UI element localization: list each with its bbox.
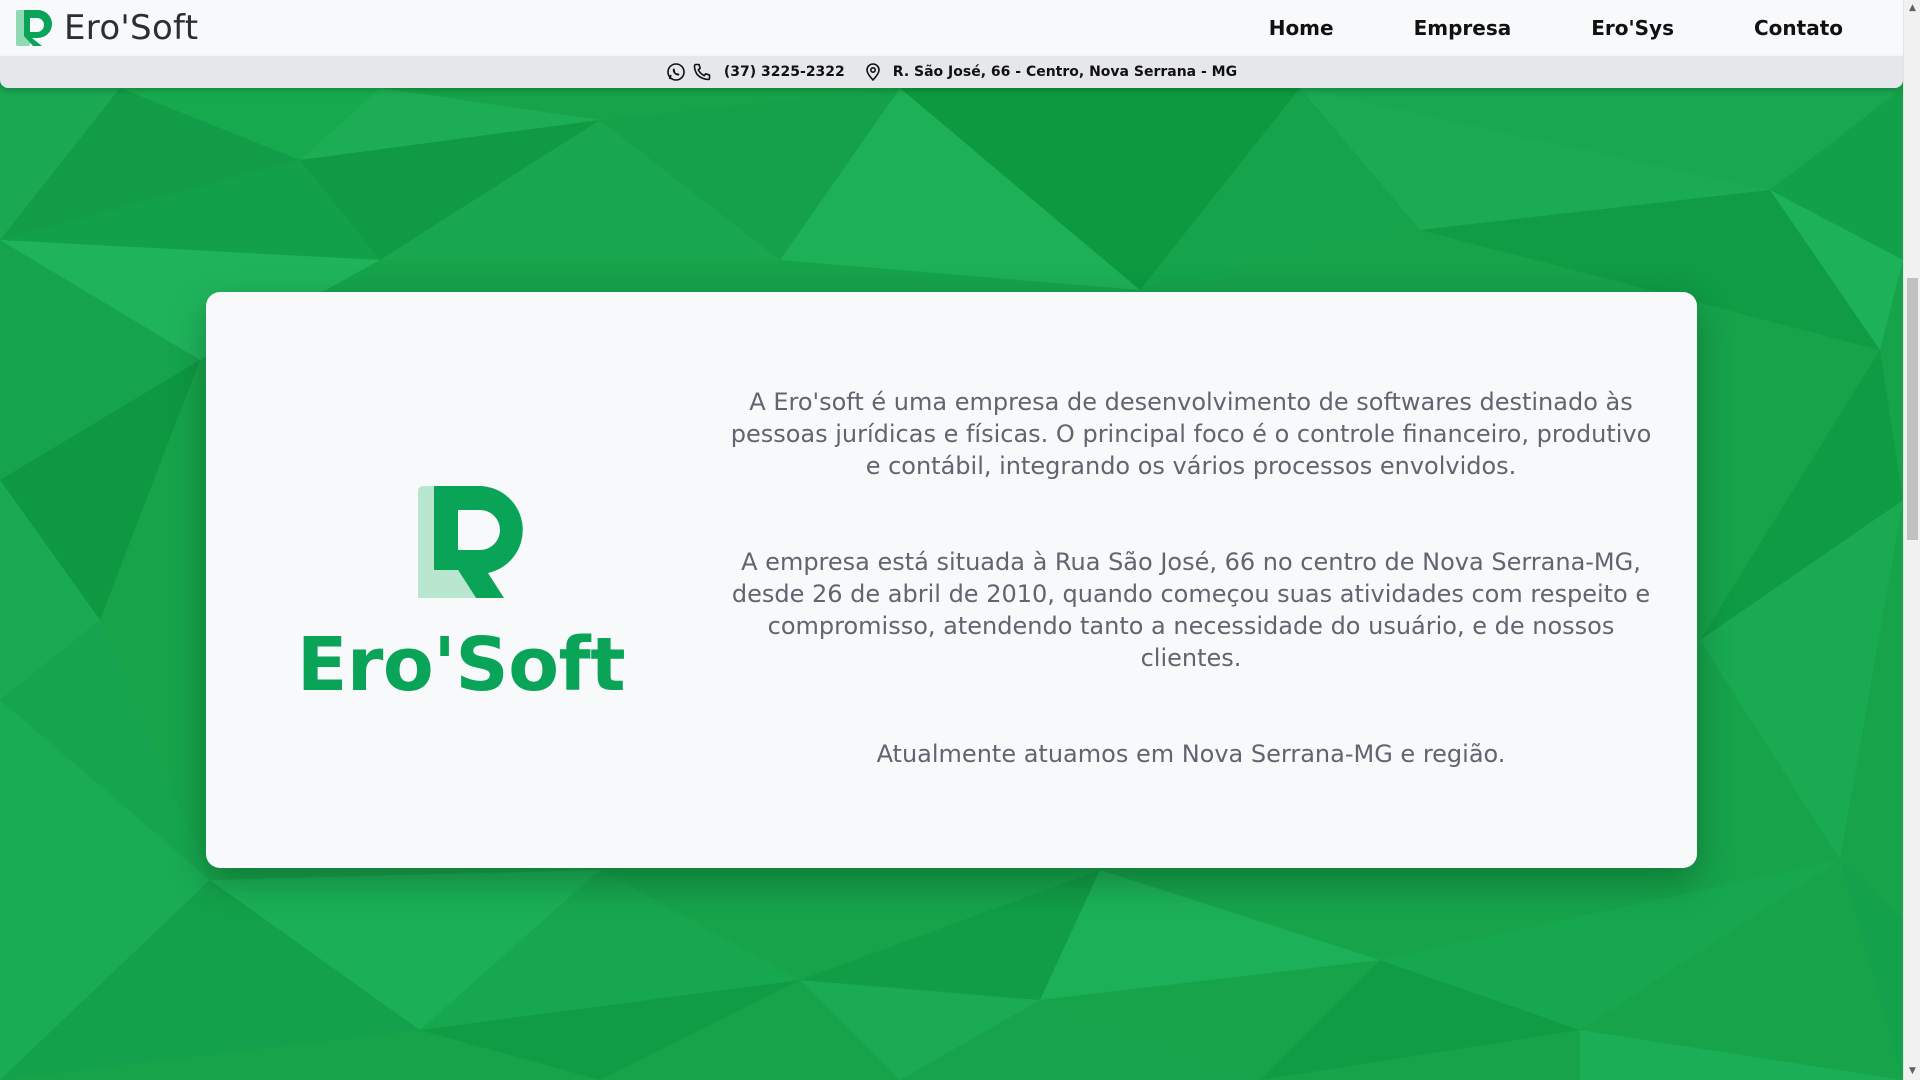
phone-icon[interactable]: [692, 62, 712, 82]
erosoft-r-logo-icon: [418, 486, 523, 598]
nav-contato-link[interactable]: Contato: [1754, 16, 1843, 40]
about-logo-text: Ero'Soft: [296, 622, 626, 708]
about-text-block: A Ero'soft é uma empresa de desenvolvime…: [726, 386, 1656, 834]
scroll-up-arrow-icon[interactable]: ▲: [1904, 0, 1920, 17]
page-scrollbar[interactable]: ▲ ▼: [1903, 0, 1920, 1080]
site-header: Ero'Soft Home Empresa Ero'Sys Contato: [0, 0, 1903, 56]
location-pin-icon: [865, 63, 880, 82]
about-paragraph: A Ero'soft é uma empresa de desenvolvime…: [730, 388, 1652, 480]
brand-name: Ero'Soft: [64, 8, 199, 48]
main-nav: Home Empresa Ero'Sys Contato: [1269, 0, 1903, 56]
nav-home-link[interactable]: Home: [1269, 16, 1334, 40]
scroll-down-arrow-icon[interactable]: ▼: [1904, 1063, 1920, 1080]
about-paragraph: A empresa está situada à Rua São José, 6…: [731, 548, 1651, 672]
about-logo-block: Ero'Soft: [206, 292, 716, 868]
whatsapp-icon[interactable]: [666, 62, 686, 82]
nav-erosys-link[interactable]: Ero'Sys: [1591, 16, 1674, 40]
about-paragraph: Atualmente atuamos em Nova Serrana-MG e …: [876, 740, 1506, 768]
about-card: Ero'Soft A Ero'soft é uma empresa de des…: [206, 292, 1697, 868]
contact-info-bar: (37) 3225-2322 R. São José, 66 - Centro,…: [0, 56, 1903, 88]
address-text: R. São José, 66 - Centro, Nova Serrana -…: [892, 64, 1238, 80]
phone-number[interactable]: (37) 3225-2322: [724, 64, 845, 80]
scrollbar-thumb[interactable]: [1907, 278, 1918, 540]
brand-home-link[interactable]: Ero'Soft: [14, 8, 198, 48]
erosoft-r-logo-icon: [16, 10, 52, 46]
nav-empresa-link[interactable]: Empresa: [1414, 16, 1512, 40]
